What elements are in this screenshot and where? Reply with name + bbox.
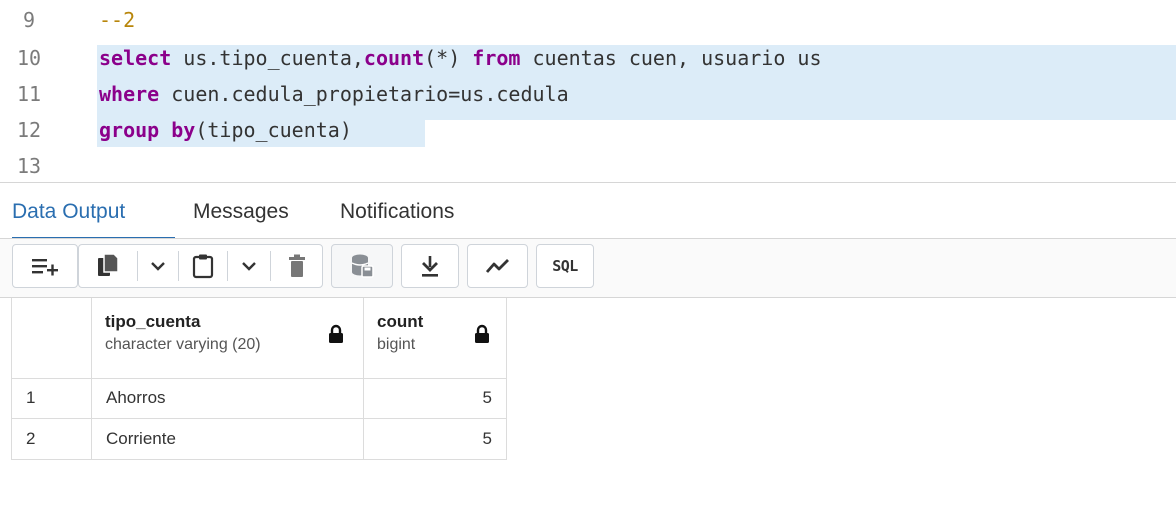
code-token: select [99,46,172,70]
tab-label: Notifications [340,200,455,223]
chevron-down-icon [151,262,165,271]
code-token: (tipo_cuenta) [195,118,352,142]
code-line[interactable]: 11 where cuen.cedula_propietario=us.cedu… [0,82,1176,107]
line-number: 10 [16,46,42,70]
cell-value: Ahorros [106,388,166,407]
column-type: bigint [377,336,416,353]
copy-options-dropdown[interactable] [138,245,178,287]
tab-label: Messages [193,200,289,223]
database-save-icon [351,254,374,278]
add-row-icon [32,259,58,276]
line-number: 11 [16,82,42,106]
code-token: cuentas cuen, usuario us [520,46,822,70]
sql-icon: SQL [552,257,578,275]
cell-value: 5 [482,429,492,448]
sql-editor[interactable]: 9 --2 10 select us.tipo_cuenta,count(*) … [0,0,1176,182]
code-line[interactable]: 13 [0,154,1176,179]
code-token: (*) [424,46,473,70]
row-number[interactable]: 1 [12,379,92,419]
add-row-button[interactable] [12,244,78,288]
code-token: group by [99,118,196,142]
trash-icon [289,254,305,277]
code-line[interactable]: 9 --2 [0,8,1176,33]
paste-icon [192,254,214,279]
code-token: --2 [99,8,136,32]
code-token: where [99,82,160,106]
lock-icon [329,324,343,343]
line-chart-icon [485,259,509,273]
cell-value: Corriente [106,429,176,448]
column-name: count [377,312,424,331]
graph-visualiser-button[interactable] [467,244,528,288]
cell-value: 5 [482,388,492,407]
tab-label: Data Output [12,200,126,223]
code-token: count [363,46,425,70]
line-number: 12 [16,118,42,142]
code-line[interactable]: 12 group by(tipo_cuenta) [0,118,1176,143]
copy-paste-group [78,244,323,288]
copy-icon [98,253,119,276]
tab-notifications[interactable]: Notifications [340,183,454,237]
row-number-label: 1 [26,388,36,407]
table-cell[interactable]: 5 [364,379,507,419]
data-toolbar: SQL [0,239,1176,297]
delete-button[interactable] [271,245,323,287]
save-data-button[interactable] [331,244,393,288]
column-header-count[interactable]: count bigint [364,298,507,379]
sql-button[interactable]: SQL [536,244,594,288]
table-cell[interactable]: Corriente [92,419,364,460]
chevron-down-icon [242,262,256,271]
table-cell[interactable]: Ahorros [92,379,364,419]
tab-messages[interactable]: Messages [193,183,289,237]
grid-left-border [11,298,12,460]
column-header-tipo-cuenta[interactable]: tipo_cuenta character varying (20) [92,298,364,379]
download-button[interactable] [401,244,459,288]
download-icon [422,256,438,277]
code-line[interactable]: 10 select us.tipo_cuenta,count(*) from c… [0,46,1176,71]
code-token: us.tipo_cuenta, [171,46,364,70]
paste-button[interactable] [179,245,227,287]
line-number: 13 [16,154,42,178]
copy-button[interactable] [79,245,137,287]
tab-data-output[interactable]: Data Output [12,183,175,240]
line-number: 9 [22,8,36,32]
row-number[interactable]: 2 [12,419,92,460]
paste-options-dropdown[interactable] [228,245,270,287]
result-tabs: Data Output Messages Notifications [0,183,1176,240]
lock-icon [475,324,489,343]
table-cell[interactable]: 5 [364,419,507,460]
column-type: character varying (20) [105,336,261,353]
code-token: cuen.cedula_propietario=us.cedula [159,82,569,106]
column-name: tipo_cuenta [105,312,201,331]
row-number-header[interactable] [12,298,92,379]
code-token: from [472,46,521,70]
row-number-label: 2 [26,429,36,448]
